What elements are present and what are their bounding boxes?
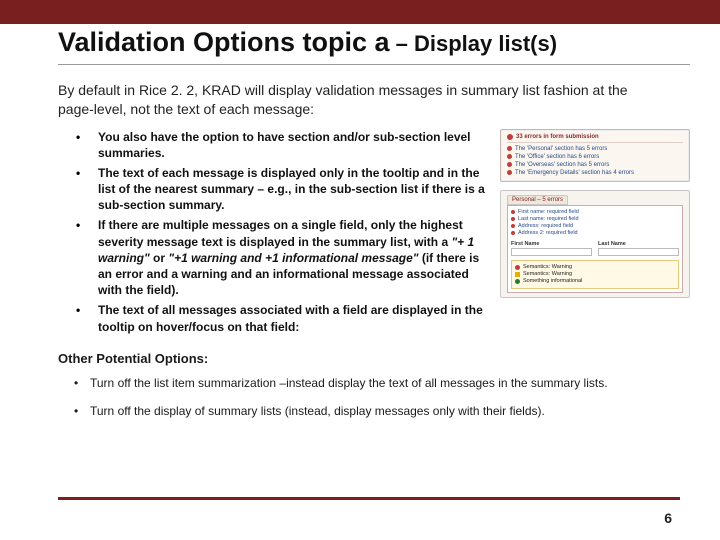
thumb-row: The 'Emergency Details' section has 4 er… bbox=[507, 169, 683, 177]
title-sub: Display list(s) bbox=[414, 31, 557, 56]
error-bullet-icon bbox=[507, 162, 512, 167]
thumb-field: Last Name bbox=[598, 241, 679, 256]
thumb-row: The 'Overseas' section has 5 errors bbox=[507, 161, 683, 169]
other-options-heading: Other Potential Options: bbox=[58, 351, 690, 366]
thumb-header-text: 33 errors in form submission bbox=[516, 134, 599, 140]
field-label: Last Name bbox=[598, 241, 679, 247]
title-main: Validation Options topic a bbox=[58, 27, 390, 57]
thumb-fields: First Name Last Name bbox=[511, 241, 679, 256]
thumb-row: The 'Personal' section has 5 errors bbox=[507, 145, 683, 153]
tooltip-row: Semantics: Warning bbox=[515, 271, 675, 278]
thumb-tab: Personal – 5 errors bbox=[507, 195, 568, 205]
error-bullet-icon bbox=[511, 217, 515, 221]
thumb-row: First name: required field bbox=[511, 209, 679, 216]
thumb-field: First Name bbox=[511, 241, 592, 256]
top-accent-bar bbox=[0, 0, 720, 24]
thumb-row: Address: required field bbox=[511, 223, 679, 230]
error-bullet-icon bbox=[507, 146, 512, 151]
field-input bbox=[511, 248, 592, 256]
field-label: First Name bbox=[511, 241, 592, 247]
other-option-item: Turn off the display of summary lists (i… bbox=[74, 402, 690, 420]
footer-accent-line bbox=[58, 497, 680, 500]
error-bullet-icon bbox=[511, 210, 515, 214]
other-option-item: Turn off the list item summarization –in… bbox=[74, 374, 690, 392]
error-bullet-icon bbox=[507, 154, 512, 159]
tooltip-row: Semantics: Warning bbox=[515, 264, 675, 271]
error-icon bbox=[507, 134, 513, 140]
thumbnail-page-summary: 33 errors in form submission The 'Person… bbox=[500, 129, 690, 182]
slide: Validation Options topic a – Display lis… bbox=[0, 0, 720, 540]
page-number: 6 bbox=[664, 510, 672, 526]
thumb-tooltip: Semantics: Warning Semantics: Warning So… bbox=[511, 260, 679, 289]
warning-icon bbox=[515, 272, 520, 277]
thumb-panel: First name: required field Last name: re… bbox=[507, 205, 683, 293]
bullet-item: If there are multiple messages on a sing… bbox=[86, 217, 486, 298]
other-options-list: Turn off the list item summarization –in… bbox=[58, 374, 690, 420]
thumb-row: Address 2: required field bbox=[511, 230, 679, 237]
error-bullet-icon bbox=[511, 224, 515, 228]
thumb-row: Last name: required field bbox=[511, 216, 679, 223]
thumb-row: The 'Office' section has 6 errors bbox=[507, 153, 683, 161]
tooltip-row: Something informational bbox=[515, 278, 675, 285]
bullet-item: The text of each message is displayed on… bbox=[86, 165, 486, 214]
error-bullet-icon bbox=[511, 231, 515, 235]
slide-title: Validation Options topic a – Display lis… bbox=[58, 26, 690, 65]
main-bullet-list: You also have the option to have section… bbox=[58, 129, 486, 339]
intro-text: By default in Rice 2. 2, KRAD will displ… bbox=[58, 81, 648, 119]
error-icon bbox=[515, 265, 520, 270]
bullet-item: The text of all messages associated with… bbox=[86, 302, 486, 334]
bullet-item: You also have the option to have section… bbox=[86, 129, 486, 161]
thumbnail-section-summary: Personal – 5 errors First name: required… bbox=[500, 190, 690, 298]
info-icon bbox=[515, 279, 520, 284]
title-sep: – bbox=[390, 31, 414, 56]
thumbnail-column: 33 errors in form submission The 'Person… bbox=[486, 129, 690, 298]
error-bullet-icon bbox=[507, 170, 512, 175]
field-input bbox=[598, 248, 679, 256]
thumb-header: 33 errors in form submission bbox=[507, 134, 683, 143]
